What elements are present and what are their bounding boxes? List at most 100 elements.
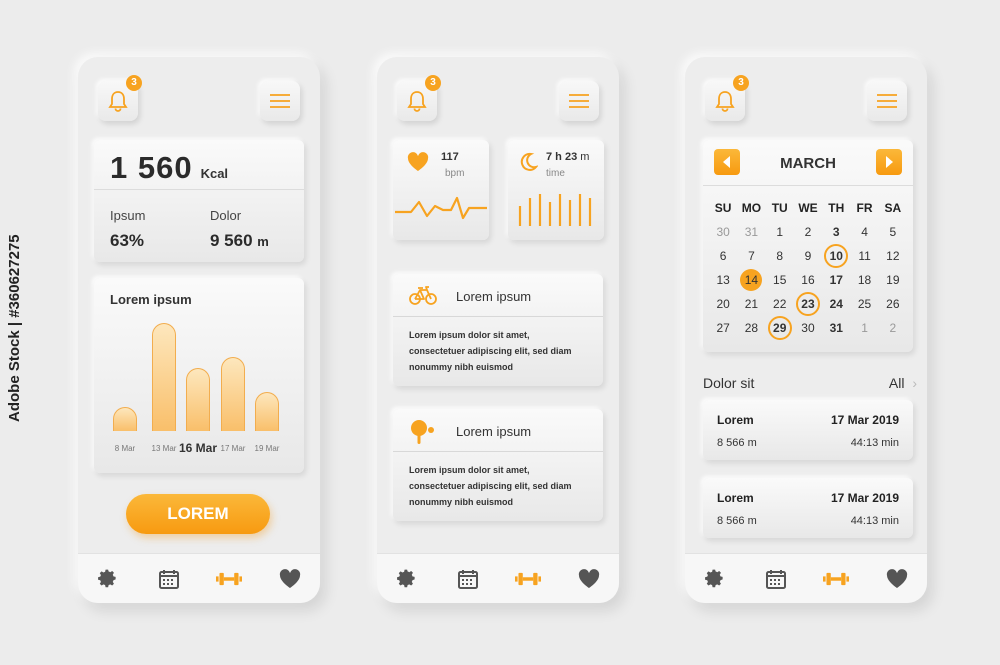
calendar-day[interactable]: 13 [709,273,737,287]
menu-button[interactable] [559,81,599,121]
calendar-day[interactable]: 5 [879,225,907,239]
calendar-day[interactable]: 26 [879,297,907,311]
gear-icon[interactable] [95,566,121,592]
calendar-day[interactable]: 4 [850,225,878,239]
dumbbell-icon[interactable] [216,566,243,592]
calendar-day[interactable]: 31 [822,321,850,335]
entry-distance: 8 566 m [717,515,757,527]
stat-dolor-unit: m [257,234,269,249]
see-all-link[interactable]: All › [889,375,917,391]
bottom-nav [685,553,927,603]
sleep-unit: time [546,168,565,179]
calendar-day[interactable]: 3 [822,225,850,239]
stat-dolor-label: Dolor [210,208,242,223]
list-title: Dolor sit [703,375,755,391]
calendar-day[interactable]: 19 [879,273,907,287]
calendar-day[interactable]: 2 [879,321,907,335]
dumbbell-icon[interactable] [515,566,542,592]
sleep-bars-icon [518,194,592,226]
chart-x-label: 8 Mar [114,444,136,453]
gear-icon[interactable] [394,566,420,592]
activity-card-pingpong[interactable]: Lorem ipsum Lorem ipsum dolor sit amet, … [393,409,603,521]
notifications-button[interactable]: 3 [705,75,749,121]
list-item[interactable]: Lorem 17 Mar 2019 8 566 m 44:13 min [703,400,913,460]
bottom-nav [377,553,619,603]
heart-rate-card[interactable]: 117 bpm [393,140,489,240]
calendar-day[interactable]: 30 [709,225,737,239]
calendar-day[interactable]: 18 [850,273,878,287]
calendar-icon[interactable] [763,566,789,592]
calendar-day[interactable]: 28 [737,321,765,335]
calendar-day[interactable]: 8 [766,249,794,263]
calendar-day[interactable]: 21 [737,297,765,311]
activity-title: Lorem ipsum [456,289,532,304]
gear-icon[interactable] [702,566,728,592]
calendar-day[interactable]: 11 [850,249,878,263]
entry-duration: 44:13 min [850,437,899,449]
next-month-button[interactable] [876,149,902,175]
calendar-day[interactable]: 20 [709,297,737,311]
ping-pong-icon [411,420,434,444]
activity-card-cycling[interactable]: Lorem ipsum Lorem ipsum dolor sit amet, … [393,274,603,386]
calendar-day[interactable]: 17 [822,273,850,287]
stat-ipsum-value: 63% [110,231,145,250]
calendar-day[interactable]: 14 [737,269,765,291]
sleep-card[interactable]: 7 h 23 m time [508,140,604,240]
calendar-day[interactable]: 15 [766,273,794,287]
weekday-label: MO [741,201,762,215]
dumbbell-icon[interactable] [823,566,850,592]
lorem-button[interactable]: LOREM [126,494,270,534]
calendar-day[interactable]: 27 [709,321,737,335]
sleep-value-unit: m [580,151,590,163]
chart-bar [186,368,210,431]
weekday-label: FR [856,201,873,215]
menu-button[interactable] [260,81,300,121]
entry-date: 17 Mar 2019 [830,491,899,505]
bell-icon [715,91,735,112]
calendar-day[interactable]: 9 [794,249,822,263]
calendar-day[interactable]: 24 [822,297,850,311]
calendar-icon[interactable] [156,566,182,592]
heart-icon[interactable] [576,566,602,592]
moon-icon [520,152,538,171]
calendar-day[interactable]: 7 [737,249,765,263]
notifications-button[interactable]: 3 [98,75,142,121]
heart-icon[interactable] [884,566,910,592]
chart-bar [113,407,137,431]
calendar-day[interactable]: 30 [794,321,822,335]
calendar-day[interactable]: 23 [794,292,822,316]
calendar-day[interactable]: 10 [822,244,850,268]
menu-button[interactable] [867,81,907,121]
calendar-day[interactable]: 25 [850,297,878,311]
calendar-day[interactable]: 29 [766,316,794,340]
chevron-right-icon [886,156,893,168]
list-item[interactable]: Lorem 17 Mar 2019 8 566 m 44:13 min [703,478,913,538]
stat-ipsum-label: Ipsum [110,208,146,223]
calendar-day[interactable]: 2 [794,225,822,239]
calories-card: 1 560 Kcal Ipsum 63% Dolor 9 560 m [94,140,304,262]
calendar-day[interactable]: 6 [709,249,737,263]
calendar-day[interactable]: 31 [737,225,765,239]
bell-icon [108,91,128,112]
chart-bar [255,392,279,431]
calendar-day[interactable]: 1 [850,321,878,335]
phone-screen-calendar: 3 MARCH SU MO TU WE TH FR SA 30 31 1 2 3 4 5 6 7 8 9 10 11 1… [685,57,927,603]
notification-badge: 3 [425,75,441,91]
calendar-icon[interactable] [455,566,481,592]
chevron-right-icon: › [912,375,917,391]
heart-icon[interactable] [277,566,303,592]
heart-rate-value: 117 [441,151,459,163]
notification-badge: 3 [733,75,749,91]
chart-x-label: 13 Mar [151,444,177,453]
notifications-button[interactable]: 3 [397,75,441,121]
stat-dolor-value: 9 560 [210,231,253,250]
chart-title: Lorem ipsum [110,292,192,307]
stat-dolor: Dolor 9 560 m [210,208,269,251]
chart-x-label: 17 Mar [220,444,246,453]
heart-icon [407,152,429,171]
calendar-day[interactable]: 1 [766,225,794,239]
calendar-day[interactable]: 16 [794,273,822,287]
calendar-day[interactable]: 12 [879,249,907,263]
activity-description: Lorem ipsum dolor sit amet, consectetuer… [409,465,572,507]
calendar-day[interactable]: 22 [766,297,794,311]
